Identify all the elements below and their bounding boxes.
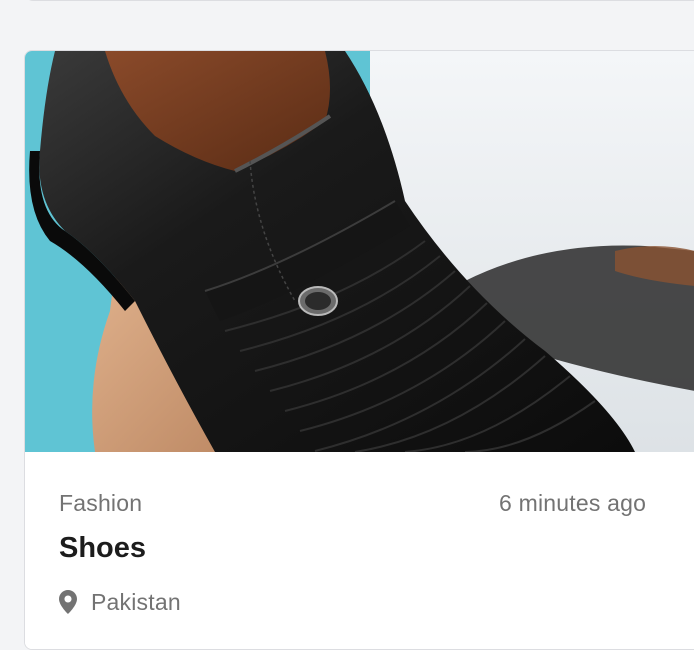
- listing-location: Pakistan: [59, 588, 181, 616]
- listing-details: Fashion 6 minutes ago Shoes Pakistan: [25, 452, 694, 649]
- listing-card[interactable]: Fashion 6 minutes ago Shoes Pakistan: [24, 50, 694, 650]
- listing-title[interactable]: Shoes: [59, 532, 146, 565]
- map-pin-icon: [59, 589, 79, 615]
- posted-time: 6 minutes ago: [499, 490, 647, 516]
- listing-image[interactable]: [25, 51, 694, 452]
- shoe-photo: [25, 51, 694, 452]
- location-text: Pakistan: [91, 588, 181, 615]
- listing-category: Fashion: [59, 490, 143, 516]
- previous-listing-card[interactable]: [25, 0, 694, 1]
